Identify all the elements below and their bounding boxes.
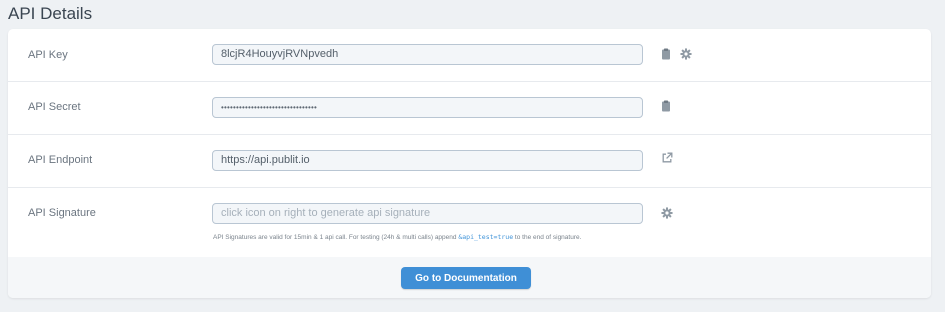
api-details-card: API Key 8lcjR4HouyvjRVNpvedh API Secret … bbox=[8, 29, 931, 298]
api-endpoint-field[interactable]: https://api.publit.io bbox=[212, 150, 643, 171]
api-key-row: API Key 8lcjR4HouyvjRVNpvedh bbox=[8, 29, 931, 82]
api-secret-field[interactable]: •••••••••••••••••••••••••••••••• bbox=[212, 97, 643, 118]
page-title: API Details bbox=[8, 4, 93, 23]
help-text-prefix: API Signatures are valid for 15min & 1 a… bbox=[213, 234, 459, 241]
api-key-gear-icon[interactable] bbox=[680, 48, 692, 60]
api-key-label: API Key bbox=[28, 49, 68, 61]
open-endpoint-external-link-icon[interactable] bbox=[661, 152, 673, 164]
api-secret-row: API Secret •••••••••••••••••••••••••••••… bbox=[8, 82, 931, 135]
copy-api-secret-clipboard-icon[interactable] bbox=[660, 100, 672, 112]
card-footer: Go to Documentation bbox=[8, 257, 931, 298]
api-endpoint-row: API Endpoint https://api.publit.io bbox=[8, 135, 931, 188]
api-signature-label: API Signature bbox=[28, 207, 96, 219]
api-signature-field[interactable]: click icon on right to generate api sign… bbox=[212, 203, 643, 224]
go-to-documentation-button[interactable]: Go to Documentation bbox=[401, 267, 531, 289]
api-secret-label: API Secret bbox=[28, 101, 81, 113]
generate-signature-gear-icon[interactable] bbox=[661, 207, 673, 219]
api-endpoint-label: API Endpoint bbox=[28, 154, 93, 166]
api-signature-row: API Signature click icon on right to gen… bbox=[8, 188, 931, 256]
api-signature-help-text: API Signatures are valid for 15min & 1 a… bbox=[213, 233, 581, 241]
copy-api-key-clipboard-icon[interactable] bbox=[660, 48, 672, 60]
api-test-param-code: &api_test=true bbox=[458, 233, 514, 241]
help-text-suffix: to the end of signature. bbox=[513, 234, 582, 241]
api-key-field[interactable]: 8lcjR4HouyvjRVNpvedh bbox=[212, 44, 643, 65]
